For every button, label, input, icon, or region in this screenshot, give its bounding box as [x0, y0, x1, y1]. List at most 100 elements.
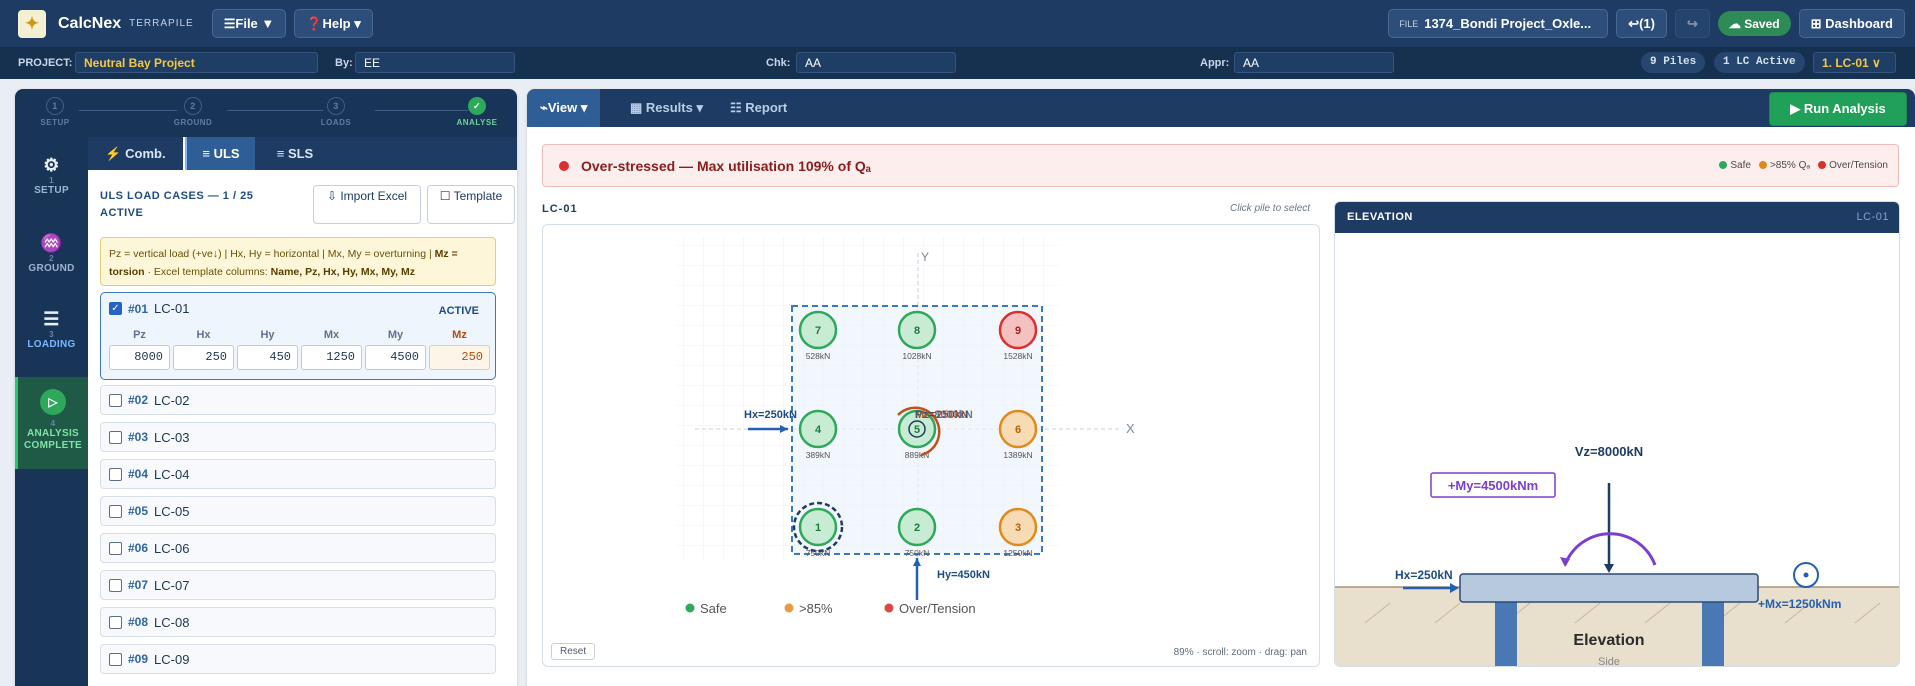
lc-checkbox[interactable]: [109, 467, 122, 481]
lc-checkbox[interactable]: [109, 393, 122, 407]
active-tag: ACTIVE: [438, 305, 479, 317]
pile-load: 528kN: [806, 351, 831, 361]
saved-badge: ☁ Saved: [1717, 11, 1791, 36]
lc-checkbox[interactable]: ✓: [109, 302, 122, 315]
elev-mx-label: +Mx=1250kNm: [1758, 597, 1841, 611]
appr-label: Appr:: [1200, 57, 1230, 69]
hx-label: Hx=250kN: [744, 409, 797, 421]
file-menu-button[interactable]: ☰File ▼: [211, 9, 287, 38]
step-loads[interactable]: 3 LOADS: [291, 97, 381, 127]
top-bar: ✦ CalcNex TERRAPILE ☰File ▼ ❓Help ▾ FILE…: [0, 0, 1915, 47]
active-load-case[interactable]: ✓ #01 LC-01 ACTIVE Pz Hx Hy Mx My Mz 8000 …: [100, 292, 496, 380]
gear-icon: ⚙: [43, 155, 60, 175]
lc-checkbox[interactable]: [109, 615, 122, 629]
hy-label: Hy=450kN: [937, 569, 990, 581]
lc-checkbox[interactable]: [109, 578, 122, 592]
project-name-field[interactable]: Neutral Bay Project: [75, 52, 318, 73]
plan-legend-85: >85%: [799, 601, 833, 616]
pz-label: Pz=8000kN: [915, 409, 973, 421]
x-axis-label: X: [1126, 421, 1135, 436]
pile-load: 750kN: [905, 548, 930, 558]
lc-checkbox[interactable]: [109, 430, 122, 444]
mz-input[interactable]: 250: [429, 345, 490, 370]
play-icon: ▷: [40, 389, 66, 415]
pile-6[interactable]: 6 1389kN: [998, 409, 1038, 460]
chk-field[interactable]: AA: [796, 52, 956, 73]
by-field[interactable]: EE: [355, 52, 515, 73]
pz-input[interactable]: 8000: [109, 345, 170, 370]
file-name-field[interactable]: FILE 1374_Bondi Project_Oxle...: [1388, 9, 1609, 38]
tab-report[interactable]: ☷ Report: [717, 89, 800, 127]
y-axis-label: Y: [921, 250, 929, 264]
vertical-nav: ⚙ 1 SETUP ♒ 2 GROUND ☰ 3 LOADING ▷ 4 ANALYSIS CO…: [15, 137, 88, 686]
pile-load: 889kN: [905, 450, 930, 460]
lc-active-badge: 1 LC Active: [1714, 52, 1805, 73]
uls-title: ULS LOAD CASES — 1 / 25 ACTIVE: [100, 190, 254, 219]
appr-field[interactable]: AA: [1234, 52, 1394, 73]
tab-sls[interactable]: ≡ SLS: [255, 137, 335, 170]
undo-button[interactable]: ↩(1): [1616, 9, 1667, 38]
pile-id: 9: [1015, 325, 1021, 337]
load-case-row[interactable]: #06 LC-06: [100, 533, 496, 563]
dashboard-button[interactable]: ⊞ Dashboard: [1798, 9, 1905, 38]
load-hint: Pz = vertical load (+ve↓) | Hx, Hy = hor…: [100, 237, 496, 286]
load-case-row[interactable]: #05 LC-05: [100, 496, 496, 526]
load-case-row[interactable]: #09 LC-09: [100, 644, 496, 674]
plan-legend-safe: Safe: [700, 601, 727, 616]
step-ground[interactable]: 2 GROUND: [148, 97, 238, 127]
tab-view[interactable]: ⌁View ▾: [527, 89, 601, 127]
pile-plan-canvas[interactable]: X Y 1 750kN 2 750kN 3 1250kN 4 389kN 5 889kN 6 1389…: [542, 224, 1320, 667]
load-case-row[interactable]: #02 LC-02: [100, 385, 496, 415]
elevation-view: ELEVATION LC-01 Elevation Side Vz=8000kN …: [1334, 201, 1900, 667]
lc-select-dropdown[interactable]: 1. LC-01 ∨: [1813, 52, 1896, 73]
tab-comb[interactable]: ⚡ Comb.: [88, 137, 183, 170]
template-button[interactable]: ☐ Template: [427, 185, 515, 224]
lc-checkbox[interactable]: [109, 504, 122, 518]
by-label: By:: [335, 57, 353, 69]
uls-cases: ULS LOAD CASES — 1 / 25 ACTIVE ⇩ Import …: [88, 170, 517, 686]
elevation-sublabel: Side: [1598, 656, 1620, 667]
plan-svg[interactable]: X Y 1750kN2750kN31250kN4389kN5889kN61389…: [543, 225, 1320, 667]
import-excel-button[interactable]: ⇩ Import Excel: [313, 185, 421, 224]
nav-loading[interactable]: ☰ 3 LOADING: [15, 309, 88, 350]
app-name: CalcNex: [58, 14, 122, 32]
lc-checkbox[interactable]: [109, 541, 122, 555]
logo-icon: ✦: [18, 9, 46, 38]
step-setup[interactable]: 1 SETUP: [15, 97, 100, 127]
file-name: 1374_Bondi Project_Oxle...: [1424, 16, 1592, 31]
hy-input[interactable]: 450: [237, 345, 298, 370]
help-menu-button[interactable]: ❓Help ▾: [294, 9, 373, 38]
step-analyse[interactable]: ✓ ANALYSE: [432, 97, 517, 127]
load-case-row[interactable]: #04 LC-04: [100, 459, 496, 489]
nav-setup[interactable]: ⚙ 1 SETUP: [15, 155, 88, 196]
pile-id: 5: [914, 424, 920, 436]
pile-8[interactable]: 8 1028kN: [897, 310, 937, 361]
mx-input[interactable]: 1250: [301, 345, 362, 370]
elevation-label: Elevation: [1573, 632, 1644, 649]
tab-results[interactable]: ▦ Results ▾: [617, 89, 716, 127]
reset-view-button[interactable]: Reset: [551, 643, 596, 660]
pile-3[interactable]: 3 1250kN: [998, 507, 1038, 558]
hx-input[interactable]: 250: [173, 345, 234, 370]
pile-id: 7: [815, 325, 821, 337]
load-case-row[interactable]: #03 LC-03: [100, 422, 496, 452]
pile-id: 4: [815, 424, 822, 436]
zoom-info: 89% · scroll: zoom · drag: pan: [1173, 647, 1307, 658]
ground-icon: ♒: [40, 233, 63, 253]
nav-ground[interactable]: ♒ 2 GROUND: [15, 233, 88, 274]
nav-analysis[interactable]: ▷ 4 ANALYSIS COMPLETE: [15, 377, 88, 469]
my-input[interactable]: 4500: [365, 345, 426, 370]
load-case-row[interactable]: #08 LC-08: [100, 607, 496, 637]
tab-uls[interactable]: ≡ ULS: [185, 137, 255, 170]
overstress-alert: Over-stressed — Max utilisation 109% of …: [542, 144, 1899, 187]
pile-load: 1028kN: [902, 351, 931, 361]
redo-button[interactable]: ↪: [1674, 9, 1710, 38]
pile-9[interactable]: 9 1528kN: [998, 310, 1038, 361]
lc-checkbox[interactable]: [109, 652, 122, 666]
load-case-row[interactable]: #07 LC-07: [100, 570, 496, 600]
run-analysis-button[interactable]: ▶ Run Analysis: [1769, 92, 1907, 126]
app-sub: TERRAPILE: [129, 18, 194, 29]
elevation-title: ELEVATION: [1347, 211, 1413, 223]
elev-hx-label: Hx=250kN: [1395, 568, 1453, 582]
pile-load: 1250kN: [1003, 548, 1032, 558]
